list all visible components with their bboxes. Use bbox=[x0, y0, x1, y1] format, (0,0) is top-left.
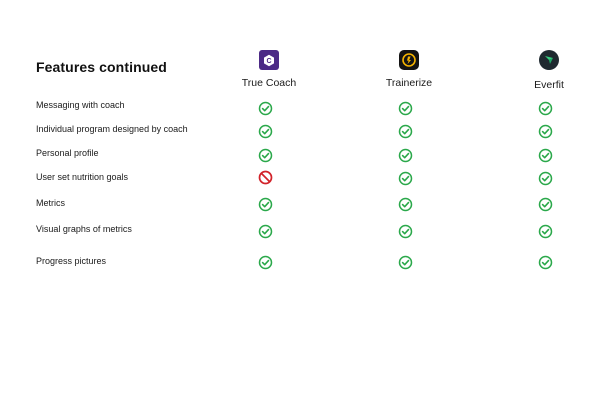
app-header-everfit: Everfit bbox=[489, 50, 600, 91]
check-circle-icon bbox=[538, 101, 554, 117]
check-circle-icon bbox=[538, 224, 554, 240]
feature-label: Individual program designed by coach bbox=[36, 124, 188, 134]
check-circle-icon bbox=[258, 255, 274, 271]
feature-label: Visual graphs of metrics bbox=[36, 224, 132, 234]
check-circle-icon bbox=[538, 171, 554, 187]
check-circle-icon bbox=[258, 101, 274, 117]
check-circle-icon bbox=[398, 148, 414, 164]
app-name: Trainerize bbox=[385, 77, 433, 89]
check-circle-icon bbox=[398, 197, 414, 213]
check-circle-icon bbox=[258, 224, 274, 240]
svg-text:C: C bbox=[266, 58, 271, 65]
check-circle-icon bbox=[538, 255, 554, 271]
app-header-truecoach: C True Coach bbox=[209, 50, 329, 89]
feature-label: Personal profile bbox=[36, 148, 99, 158]
check-circle-icon bbox=[258, 148, 274, 164]
feature-label: Messaging with coach bbox=[36, 100, 125, 110]
trainerize-logo-icon bbox=[399, 50, 419, 70]
app-name: True Coach bbox=[241, 77, 297, 89]
check-circle-icon bbox=[398, 124, 414, 140]
feature-row: Progress pictures bbox=[0, 0, 600, 270]
page-title: Features continued bbox=[36, 59, 167, 75]
feature-label: User set nutrition goals bbox=[36, 172, 129, 182]
truecoach-logo-icon: C bbox=[259, 50, 279, 70]
check-circle-icon bbox=[398, 255, 414, 271]
app-header-trainerize: Trainerize bbox=[349, 50, 469, 89]
check-circle-icon bbox=[538, 148, 554, 164]
prohibited-icon bbox=[258, 170, 274, 186]
check-circle-icon bbox=[258, 197, 274, 213]
feature-label: Progress pictures bbox=[36, 256, 107, 266]
app-name: Everfit bbox=[534, 79, 564, 91]
check-circle-icon bbox=[538, 124, 554, 140]
everfit-logo-icon bbox=[539, 50, 559, 70]
check-circle-icon bbox=[258, 124, 274, 140]
check-circle-icon bbox=[398, 224, 414, 240]
feature-label: Metrics bbox=[36, 198, 65, 208]
check-circle-icon bbox=[398, 171, 414, 187]
check-circle-icon bbox=[398, 101, 414, 117]
check-circle-icon bbox=[538, 197, 554, 213]
